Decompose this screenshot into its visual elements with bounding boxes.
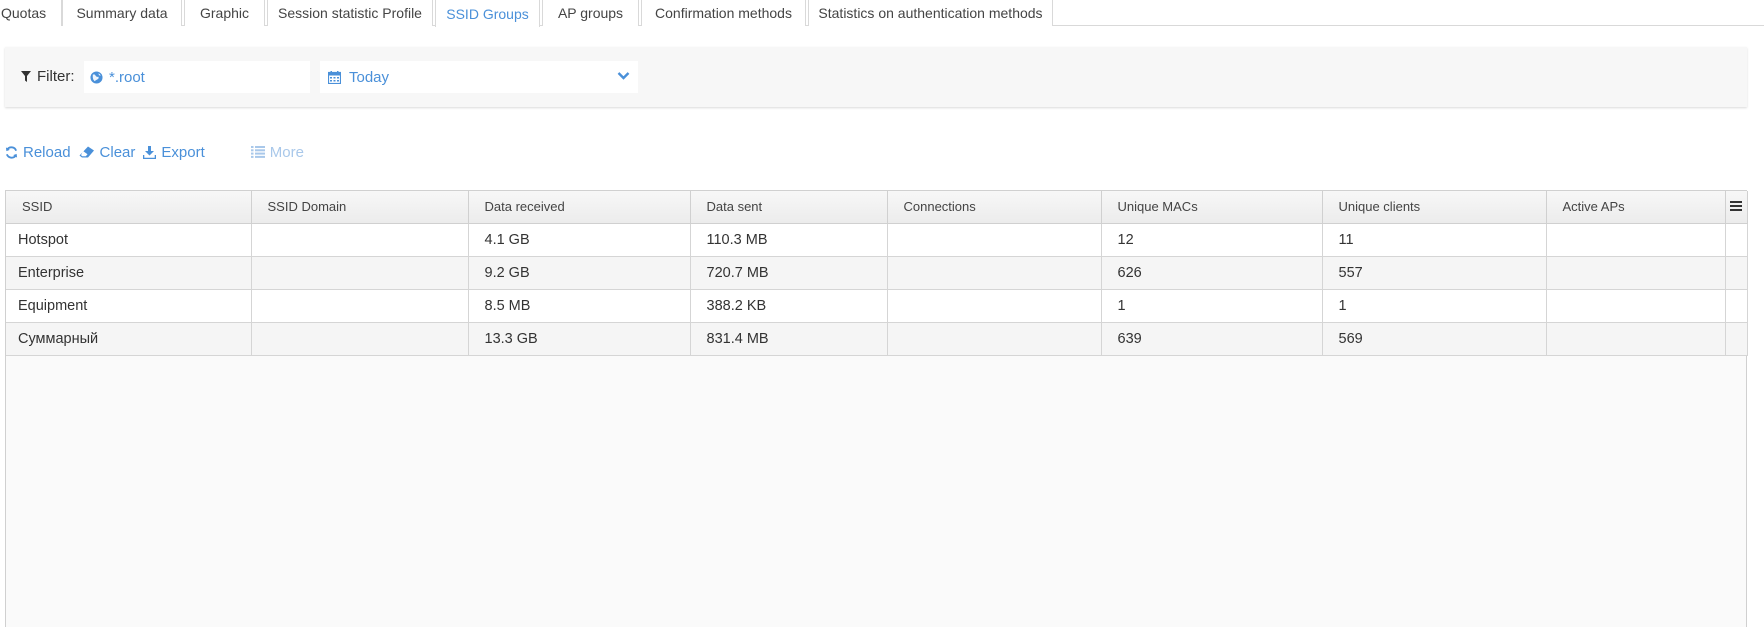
filter-panel: Filter: *.root Today [5, 47, 1747, 107]
table-row[interactable]: Equipment 8.5 MB 388.2 KB 1 1 [6, 289, 1748, 323]
cell-data-sent: 720.7 MB [690, 256, 888, 290]
chevron-down-icon[interactable] [617, 71, 630, 81]
cell-data-received: 4.1 GB [468, 223, 691, 257]
more-label: More [269, 143, 304, 161]
cell-data-received: 8.5 MB [468, 289, 691, 323]
table-row[interactable]: Hotspot 4.1 GB 110.3 MB 12 11 [6, 223, 1748, 257]
cell-unique-clients: 557 [1322, 256, 1547, 290]
export-button[interactable]: Export [143, 143, 205, 161]
tab-ap-groups[interactable]: AP groups [542, 0, 639, 26]
filter-label: Filter: [21, 68, 75, 85]
column-header-data-received[interactable]: Data received [468, 191, 691, 224]
column-header-ssid-domain[interactable]: SSID Domain [251, 191, 469, 224]
column-header-unique-clients[interactable]: Unique clients [1322, 191, 1547, 224]
column-header-active-aps[interactable]: Active APs [1546, 191, 1726, 224]
cell-data-sent: 388.2 KB [690, 289, 888, 323]
cell-unique-macs: 1 [1101, 289, 1323, 323]
cell-ssid: Суммарный [6, 322, 252, 356]
column-menu-button[interactable] [1725, 191, 1748, 224]
tab-session-statistic-profile[interactable]: Session statistic Profile [267, 0, 433, 26]
tab-bar: Quotas Summary data Graphic Session stat… [0, 0, 1764, 27]
cell-data-sent: 110.3 MB [690, 223, 888, 257]
cell-unique-macs: 639 [1101, 322, 1323, 356]
table-header-row: SSID SSID Domain Data received Data sent… [6, 191, 1748, 224]
cell-unique-macs: 626 [1101, 256, 1323, 290]
download-icon [143, 145, 157, 159]
column-header-data-sent[interactable]: Data sent [690, 191, 888, 224]
tab-ssid-groups[interactable]: SSID Groups [435, 0, 540, 27]
menu-icon [1730, 201, 1742, 212]
eraser-icon [79, 146, 94, 158]
cell-spacer [1725, 322, 1748, 356]
ssid-groups-grid: SSID SSID Domain Data received Data sent… [5, 190, 1748, 627]
clear-button[interactable]: Clear [79, 143, 136, 161]
cell-unique-clients: 569 [1322, 322, 1547, 356]
cell-ssid-domain [251, 289, 469, 323]
cell-unique-macs: 12 [1101, 223, 1323, 257]
reload-label: Reload [23, 143, 71, 161]
cell-connections [887, 256, 1102, 290]
more-button[interactable]: More [250, 143, 304, 161]
table-row[interactable]: Enterprise 9.2 GB 720.7 MB 626 557 [6, 256, 1748, 290]
date-range-value: Today [349, 68, 390, 86]
cell-connections [887, 289, 1102, 323]
cell-ssid-domain [251, 256, 469, 290]
filter-icon [21, 71, 31, 82]
globe-icon [90, 70, 103, 84]
table-row-total[interactable]: Суммарный 13.3 GB 831.4 MB 639 569 [6, 322, 1748, 356]
tab-statistics-authentication-methods[interactable]: Statistics on authentication methods [808, 0, 1053, 26]
reload-button[interactable]: Reload [5, 144, 71, 161]
scope-input[interactable]: *.root [84, 61, 310, 93]
cell-unique-clients: 1 [1322, 289, 1547, 323]
tab-summary-data[interactable]: Summary data [62, 0, 182, 26]
cell-unique-clients: 11 [1322, 223, 1547, 257]
cell-spacer [1725, 223, 1748, 257]
cell-data-received: 13.3 GB [468, 322, 691, 356]
column-header-unique-macs[interactable]: Unique MACs [1101, 191, 1323, 224]
ssid-groups-table: SSID SSID Domain Data received Data sent… [6, 191, 1748, 356]
cell-ssid: Enterprise [6, 256, 252, 290]
cell-ssid-domain [251, 223, 469, 257]
export-label: Export [161, 143, 205, 161]
toolbar: Reload Clear Export More [5, 142, 312, 162]
tab-graphic[interactable]: Graphic [184, 0, 265, 26]
cell-spacer [1725, 289, 1748, 323]
clear-label: Clear [99, 143, 136, 161]
cell-spacer [1725, 256, 1748, 290]
cell-ssid: Hotspot [6, 223, 252, 257]
cell-active-aps [1546, 322, 1726, 356]
cell-connections [887, 322, 1102, 356]
cell-active-aps [1546, 256, 1726, 290]
cell-data-received: 9.2 GB [468, 256, 691, 290]
column-header-ssid[interactable]: SSID [6, 191, 252, 224]
cell-ssid: Equipment [6, 289, 252, 323]
cell-connections [887, 223, 1102, 257]
cell-ssid-domain [251, 322, 469, 356]
scope-value: *.root [109, 68, 145, 86]
column-header-connections[interactable]: Connections [887, 191, 1102, 224]
list-icon [250, 146, 265, 158]
date-range-select[interactable]: Today [320, 61, 638, 93]
cell-data-sent: 831.4 MB [690, 322, 888, 356]
cell-active-aps [1546, 289, 1726, 323]
tab-quotas[interactable]: Quotas [0, 0, 62, 26]
cell-active-aps [1546, 223, 1726, 257]
calendar-icon [328, 70, 341, 84]
refresh-icon [5, 145, 18, 159]
filter-label-text: Filter: [37, 68, 75, 85]
tab-confirmation-methods[interactable]: Confirmation methods [641, 0, 806, 26]
